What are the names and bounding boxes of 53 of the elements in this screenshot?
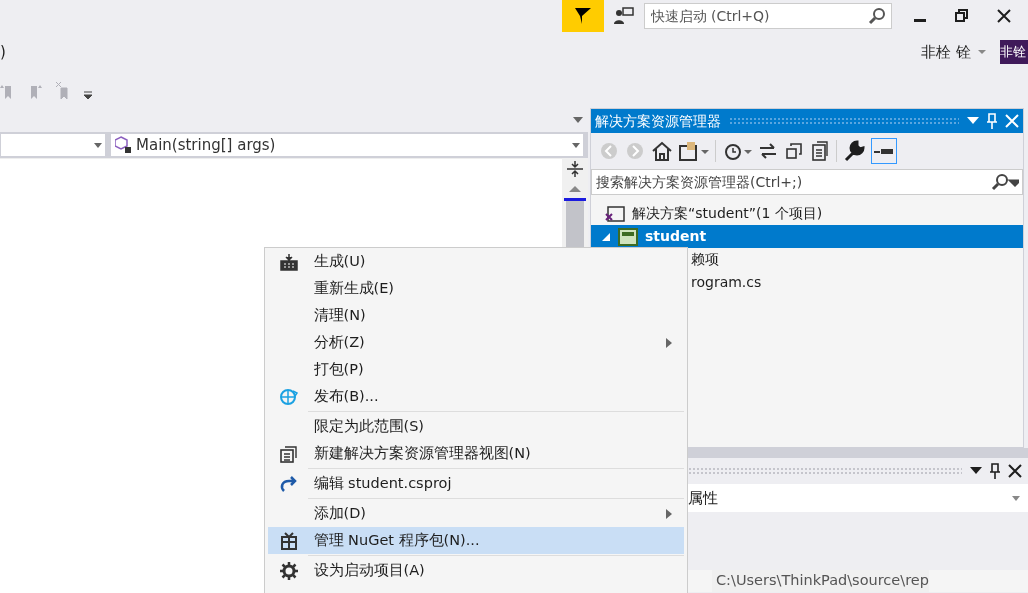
member-dropdown[interactable]: Main(string[] args)	[110, 133, 584, 157]
sync-icon[interactable]	[758, 141, 778, 161]
menu-item[interactable]: 设为启动项目(A)	[268, 557, 684, 584]
solution-icon	[605, 204, 625, 223]
menu-item[interactable]: 清理(N)	[268, 302, 684, 329]
new-view-icon	[279, 444, 299, 463]
method-icon	[114, 136, 133, 154]
filter-button[interactable]	[561, 0, 604, 32]
menu-item[interactable]: 新建解决方案资源管理器视图(N)	[268, 440, 684, 467]
person-chat-icon	[612, 6, 635, 26]
menu-item[interactable]: 生成(U)	[268, 248, 684, 275]
quick-launch-field[interactable]: 快速启动 (Ctrl+Q)	[643, 3, 892, 29]
caret-icon[interactable]	[978, 49, 986, 55]
menu-item[interactable]: 分析(Z)	[268, 329, 684, 356]
user-name[interactable]: 非栓 铨	[921, 40, 971, 64]
close-icon	[996, 9, 1011, 23]
restore-icon	[954, 9, 969, 23]
dropdown-icon[interactable]	[970, 467, 982, 475]
caret-icon	[93, 142, 102, 148]
search-icon	[991, 173, 1019, 191]
tree-item[interactable]: 解决方案“student”(1 个项目)	[591, 202, 1023, 225]
property-value: C:\Users\ThinkPad\source\rep	[712, 570, 929, 592]
search-icon	[867, 7, 886, 25]
expand-icon[interactable]	[601, 231, 611, 242]
caret-icon	[1012, 495, 1020, 501]
menu-item[interactable]: 重新生成(E)	[268, 275, 684, 302]
folder-switch-icon[interactable]	[679, 140, 709, 162]
globe-icon	[279, 386, 299, 407]
wrench-icon[interactable]	[843, 140, 865, 162]
caret-icon	[571, 142, 580, 148]
overflow-icon[interactable]	[84, 90, 92, 100]
menu-item[interactable]: 发布(B)...	[268, 383, 684, 410]
gear-icon	[280, 561, 298, 580]
close-icon[interactable]	[1008, 464, 1022, 478]
tree-item[interactable]: student	[591, 225, 1023, 248]
avatar[interactable]: 非铨	[1000, 40, 1028, 64]
show-all-files-icon[interactable]	[810, 140, 830, 162]
minimize-icon	[913, 18, 926, 22]
search-field[interactable]: 搜索解决方案资源管理器(Ctrl+;)	[591, 169, 1023, 195]
panel-title: 解决方案资源管理器	[595, 111, 721, 131]
package-icon	[280, 531, 298, 550]
redo-arrow-icon	[279, 474, 299, 493]
menu-item[interactable]: 限定为此范围(S)	[268, 413, 684, 440]
build-icon	[279, 252, 299, 271]
pin-icon[interactable]	[989, 463, 1001, 479]
preview-toggle-button[interactable]	[871, 138, 897, 164]
menu-item[interactable]: 打包(P)	[268, 356, 684, 383]
menu-text: )	[0, 41, 6, 63]
preview-icon	[874, 147, 894, 155]
home-icon[interactable]	[651, 140, 673, 162]
csharp-project-icon	[618, 227, 638, 246]
menu-item[interactable]: 管理 NuGet 程序包(N)...	[268, 527, 684, 554]
collapse-all-icon[interactable]	[784, 141, 804, 161]
